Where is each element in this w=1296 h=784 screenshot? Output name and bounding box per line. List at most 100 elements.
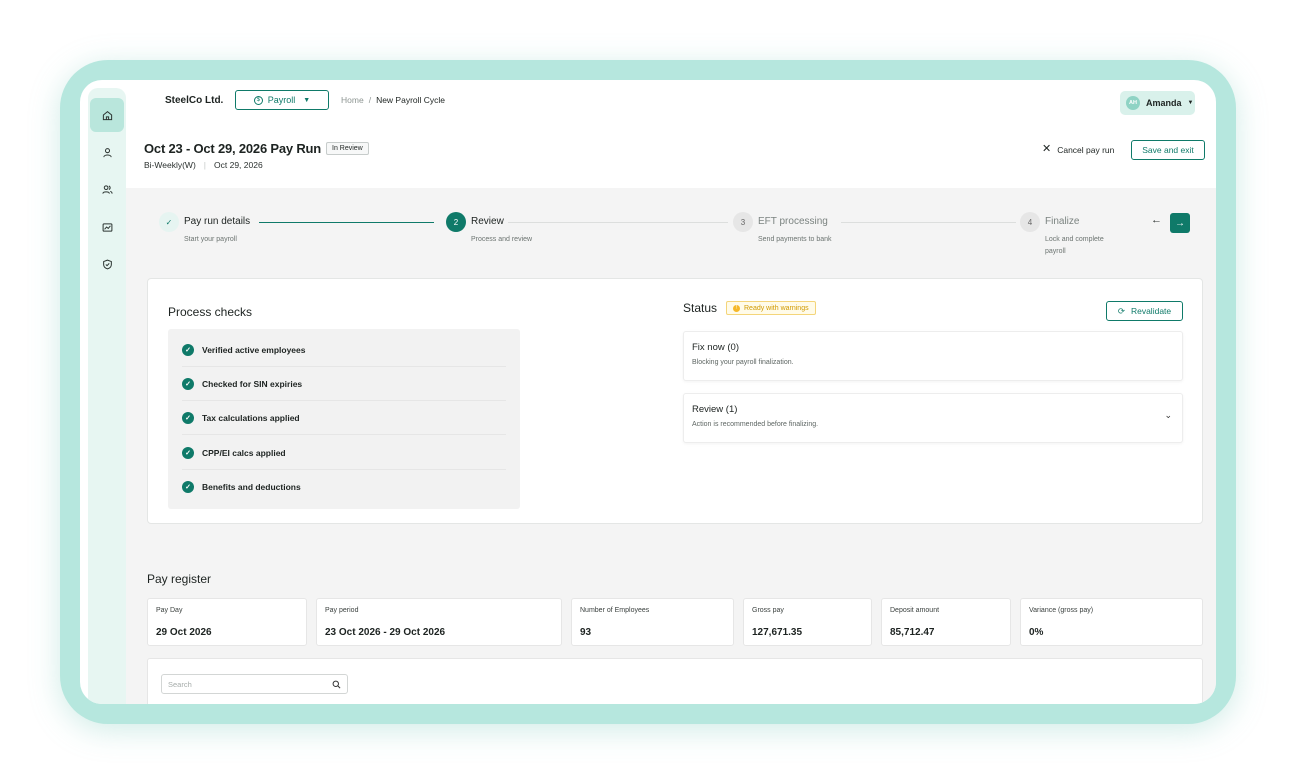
issue-subtitle: Blocking your payroll finalization.	[692, 359, 794, 366]
check-label: Verified active employees	[202, 344, 306, 355]
step-title: Finalize	[1045, 216, 1080, 227]
revalidate-label: Revalidate	[1130, 306, 1172, 316]
sidebar-item-security[interactable]	[90, 247, 124, 281]
company-name: SteelCo Ltd.	[165, 95, 224, 106]
check-circle-icon: ✓	[182, 377, 194, 390]
caret-down-icon: ▼	[303, 96, 311, 104]
stepper-connector	[259, 222, 434, 223]
issue-title: Fix now (0)	[692, 342, 739, 353]
caret-down-icon: ▼	[1187, 100, 1194, 106]
stat-card-variance: Variance (gross pay) 0%	[1020, 598, 1203, 646]
stat-card-employees: Number of Employees 93	[571, 598, 734, 646]
step-number: 2	[446, 212, 466, 232]
check-icon: ✓	[159, 212, 179, 232]
step-subtitle: Start your payroll	[184, 236, 237, 243]
process-checks-title: Process checks	[168, 305, 253, 319]
stat-value: 0%	[1029, 627, 1044, 638]
sidebar-item-employees[interactable]	[90, 135, 124, 169]
arrow-left-icon[interactable]: ←	[1151, 214, 1162, 226]
stepper-connector	[841, 222, 1016, 223]
stat-card-pay-day: Pay Day 29 Oct 2026	[147, 598, 307, 646]
chevron-down-icon[interactable]: ⌄	[1164, 410, 1172, 421]
shield-icon	[102, 259, 112, 269]
search-box[interactable]	[161, 674, 348, 694]
cancel-pay-run-button[interactable]: ✕ Cancel pay run	[1042, 144, 1114, 155]
stat-label: Deposit amount	[890, 607, 940, 614]
sidebar-item-reports[interactable]	[90, 210, 124, 244]
main-content: ✓ Pay run details Start your payroll 2 R…	[126, 188, 1216, 704]
stat-value: 29 Oct 2026	[156, 627, 212, 638]
stat-card-pay-period: Pay period 23 Oct 2026 - 29 Oct 2026	[316, 598, 562, 646]
pay-register-table	[147, 658, 1203, 704]
warning-badge-label: Ready with warnings	[744, 304, 809, 312]
step-number: 3	[733, 212, 753, 232]
process-checks-card: Process checks ✓ Verified active employe…	[147, 278, 1203, 524]
breadcrumb-current: New Payroll Cycle	[376, 95, 446, 105]
stat-label: Gross pay	[752, 607, 784, 614]
stat-value: 23 Oct 2026 - 29 Oct 2026	[325, 627, 446, 638]
list-item: ✓ CPP/EI calcs applied	[182, 436, 506, 470]
user-name: Amanda	[1146, 98, 1182, 108]
stat-value: 85,712.47	[890, 627, 935, 638]
check-circle-icon: ✓	[182, 411, 194, 424]
search-input[interactable]	[168, 679, 332, 689]
list-item: ✓ Benefits and deductions	[182, 470, 506, 504]
stat-value: 127,671.35	[752, 627, 803, 638]
step-title: EFT processing	[758, 216, 828, 227]
check-circle-icon: ✓	[182, 446, 194, 459]
check-label: CPP/EI calcs applied	[202, 447, 286, 458]
dollar-icon: $	[253, 95, 263, 105]
save-and-exit-button[interactable]: Save and exit	[1131, 140, 1205, 160]
status-badge: In Review	[326, 142, 369, 155]
stepper-connector	[508, 222, 728, 223]
warning-badge: ! Ready with warnings	[726, 301, 816, 315]
step-subtitle: Lock and complete payroll	[1045, 236, 1104, 255]
pay-register-title: Pay register	[147, 572, 212, 586]
stat-label: Pay Day	[156, 607, 183, 614]
issue-title: Review (1)	[692, 404, 738, 415]
breadcrumb-home[interactable]: Home	[341, 95, 364, 105]
check-label: Checked for SIN expiries	[202, 378, 303, 389]
home-icon	[102, 110, 112, 120]
revalidate-button[interactable]: ⟳ Revalidate	[1106, 301, 1183, 321]
close-icon: ✕	[1042, 143, 1052, 155]
module-select-label: Payroll	[267, 95, 296, 105]
fix-now-panel[interactable]: Fix now (0) Blocking your payroll finali…	[683, 331, 1183, 381]
list-item: ✓ Tax calculations applied	[182, 401, 506, 435]
warning-icon: !	[733, 304, 740, 312]
people-icon	[101, 184, 113, 194]
step-title: Pay run details	[184, 216, 251, 227]
check-circle-icon: ✓	[182, 481, 194, 493]
breadcrumb-separator: /	[368, 95, 372, 105]
next-step-button[interactable]: →	[1170, 213, 1190, 233]
sidebar	[88, 88, 126, 704]
person-icon	[102, 147, 112, 157]
check-label: Tax calculations applied	[202, 412, 300, 423]
arrow-right-icon: →	[1175, 217, 1185, 229]
chart-icon	[102, 222, 112, 232]
user-menu[interactable]: AH Amanda ▼	[1120, 91, 1195, 115]
check-circle-icon: ✓	[182, 343, 194, 356]
stat-label: Number of Employees	[580, 607, 650, 614]
step-title: Review	[471, 216, 504, 227]
step-subtitle: Send payments to bank	[758, 236, 832, 243]
review-panel[interactable]: Review (1) Action is recommended before …	[683, 393, 1183, 443]
issue-subtitle: Action is recommended before finalizing.	[692, 421, 819, 428]
refresh-icon: ⟳	[1117, 305, 1125, 316]
process-checks-list: ✓ Verified active employees ✓ Checked fo…	[168, 329, 520, 509]
stat-value: 93	[580, 627, 592, 638]
avatar: AH	[1126, 96, 1140, 110]
status-title: Status	[683, 301, 718, 315]
stat-label: Pay period	[325, 607, 359, 614]
sidebar-item-teams[interactable]	[90, 172, 124, 206]
check-label: Benefits and deductions	[202, 482, 301, 492]
stat-label: Variance (gross pay)	[1029, 607, 1094, 614]
module-select[interactable]: $ Payroll ▼	[235, 90, 329, 110]
cancel-pay-run-label: Cancel pay run	[1057, 144, 1115, 155]
stat-card-gross-pay: Gross pay 127,671.35	[743, 598, 872, 646]
sidebar-item-home[interactable]	[90, 98, 124, 132]
list-item: ✓ Checked for SIN expiries	[182, 367, 506, 401]
list-item: ✓ Verified active employees	[182, 333, 506, 367]
run-pay-date: Oct 29, 2026	[214, 160, 263, 170]
page-title: Oct 23 - Oct 29, 2026 Pay Run	[144, 141, 322, 156]
